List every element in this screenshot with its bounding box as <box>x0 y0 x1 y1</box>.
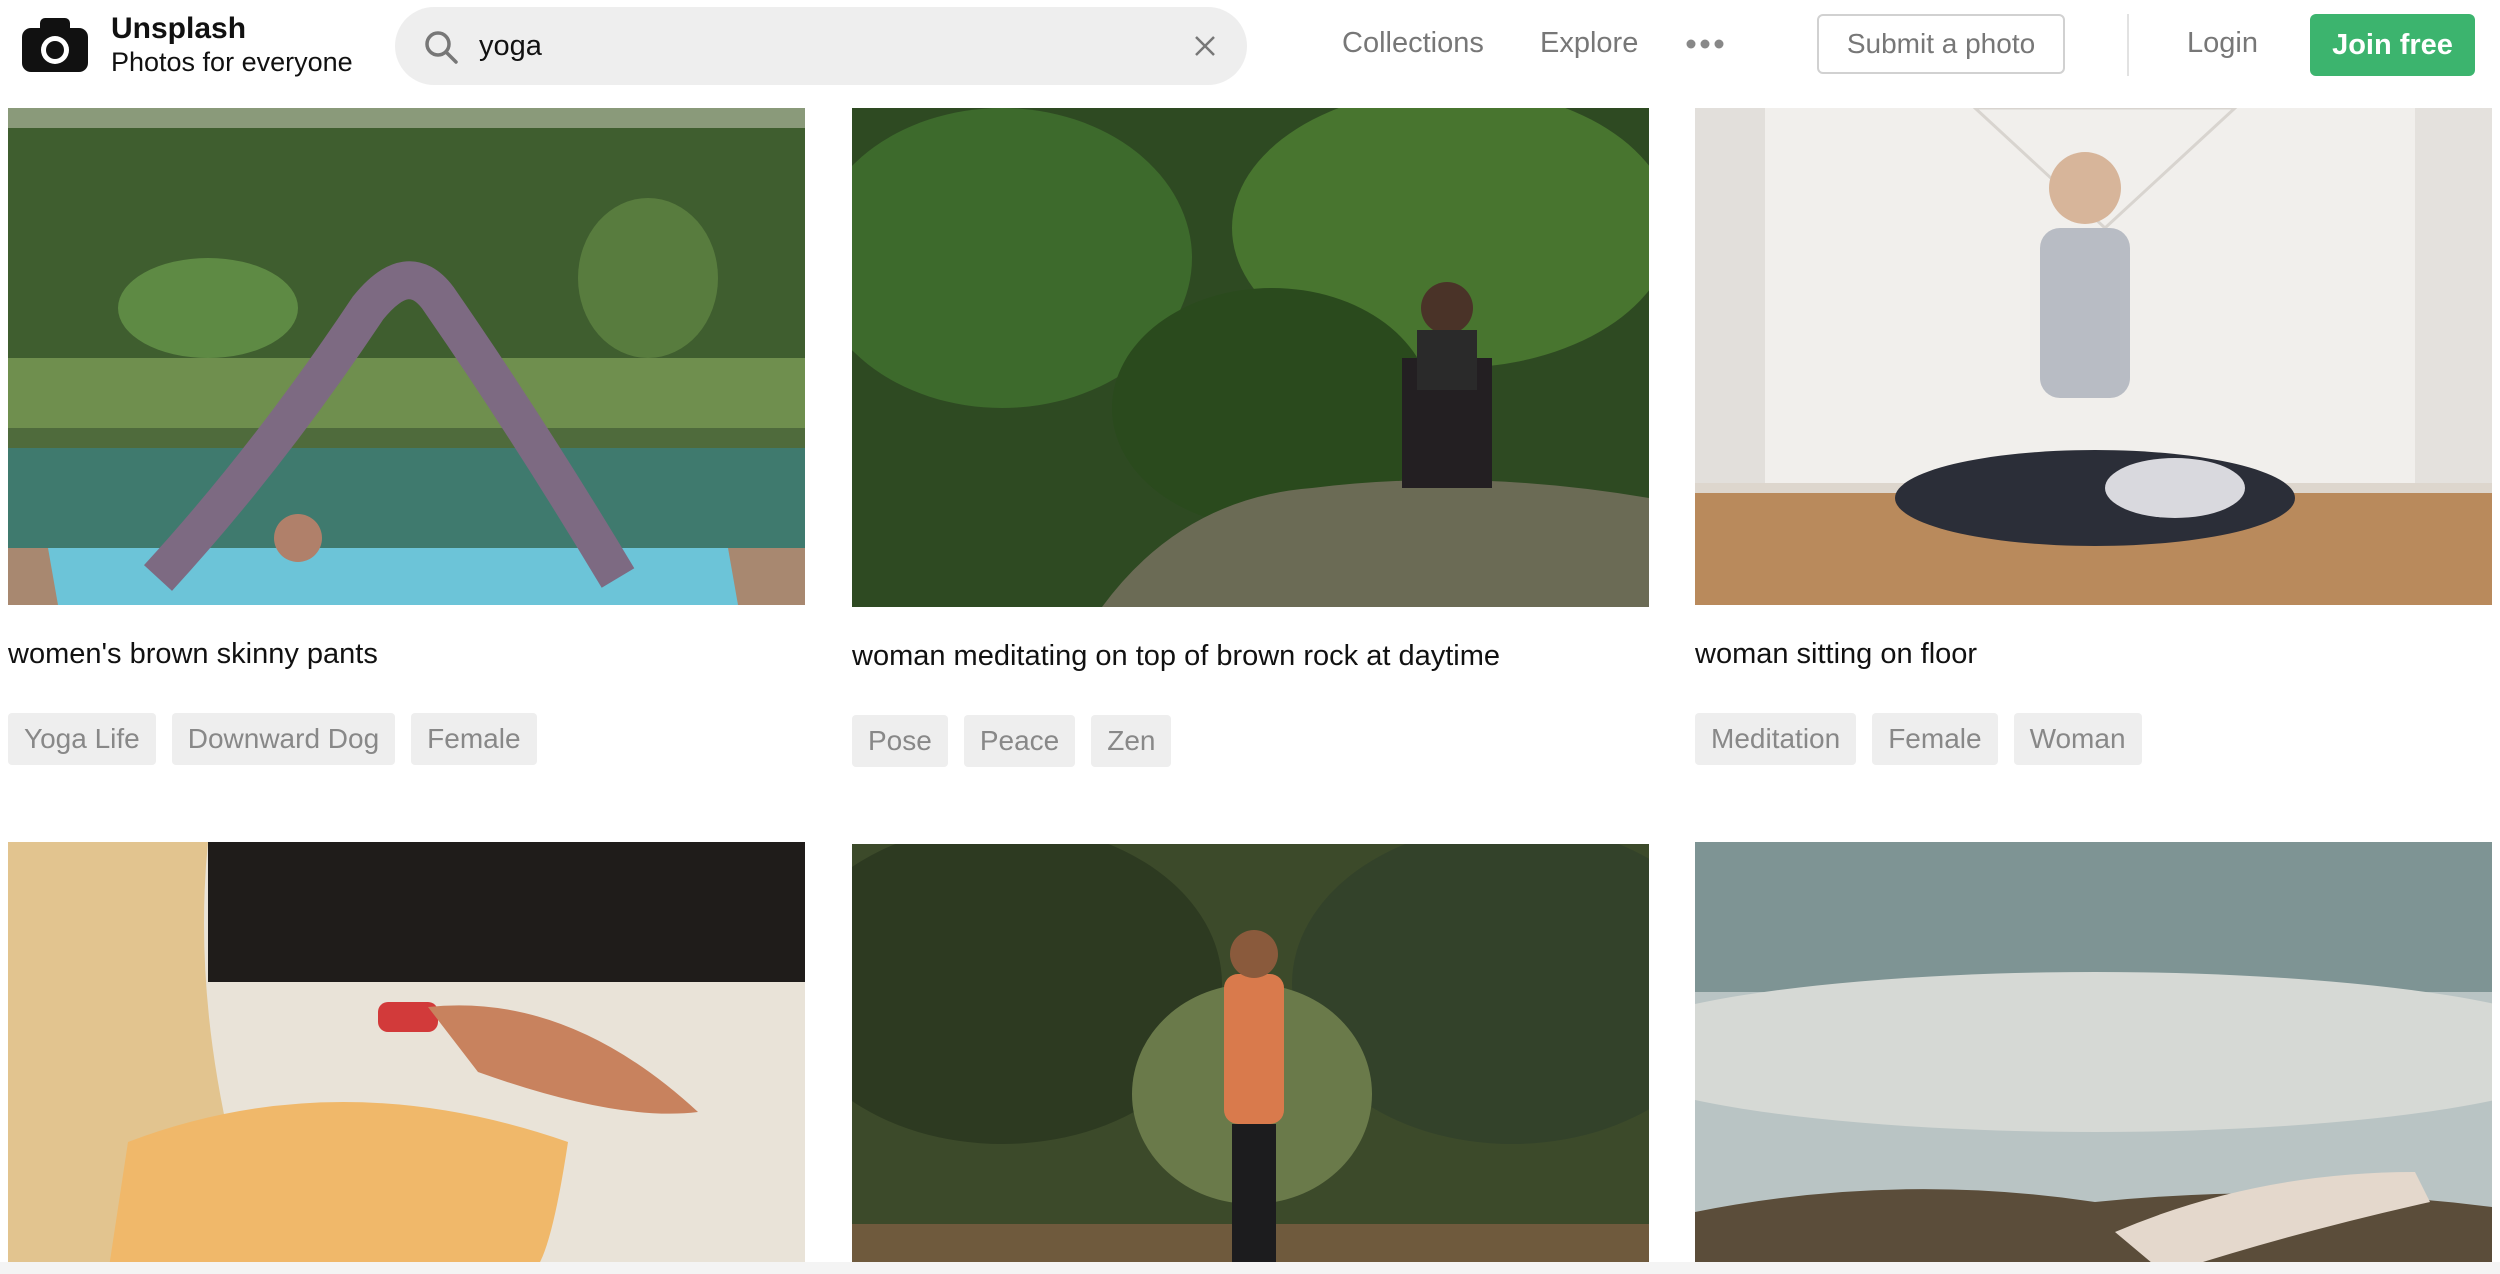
submit-photo-button[interactable]: Submit a photo <box>1817 14 2065 74</box>
tag[interactable]: Female <box>411 713 537 765</box>
search-icon <box>425 31 458 64</box>
tag[interactable]: Meditation <box>1695 713 1857 765</box>
tag[interactable]: Pose <box>852 715 948 767</box>
photo-caption: woman meditating on top of brown rock at… <box>852 640 1500 672</box>
search-input[interactable] <box>479 21 1079 71</box>
tag[interactable]: Peace <box>963 715 1076 767</box>
top-nav-bar: Unsplash Photos for everyone Collections… <box>0 0 2500 92</box>
tag[interactable]: Zen <box>1091 715 1172 767</box>
nav-divider <box>2127 14 2129 76</box>
close-icon[interactable] <box>1193 34 1217 58</box>
brand-subtitle: Photos for everyone <box>111 47 353 77</box>
tag[interactable]: Woman <box>2013 713 2142 765</box>
tag-list: Meditation Female Woman <box>1695 713 2142 765</box>
tag-list: Yoga Life Downward Dog Female <box>8 713 537 765</box>
nav-collections[interactable]: Collections <box>1342 27 1484 60</box>
nav-explore[interactable]: Explore <box>1540 27 1638 60</box>
camera-icon[interactable] <box>22 16 88 72</box>
photo-card[interactable]: woman sitting on floor Meditation Female… <box>1695 108 2492 768</box>
tag[interactable]: Yoga Life <box>8 713 156 765</box>
photo-card[interactable] <box>1695 842 2492 1274</box>
photo-image-rock-meditation[interactable] <box>852 108 1649 607</box>
photo-card[interactable] <box>8 842 805 1274</box>
brand-title[interactable]: Unsplash <box>111 12 246 46</box>
photo-caption: woman sitting on floor <box>1695 638 1978 670</box>
join-free-button[interactable]: Join free <box>2310 14 2475 76</box>
photo-card[interactable] <box>852 844 1649 1274</box>
tag[interactable]: Female <box>1872 713 1998 765</box>
photo-image-sky-stretch[interactable] <box>1695 842 2492 1274</box>
login-link[interactable]: Login <box>2187 27 2258 60</box>
photo-image-floor-sitting[interactable] <box>1695 108 2492 605</box>
bottom-edge <box>0 1262 2500 1274</box>
tag[interactable]: Downward Dog <box>171 713 396 765</box>
search-bar[interactable] <box>395 7 1247 85</box>
photo-image-mudra-hand[interactable] <box>8 842 805 1274</box>
more-dots-icon[interactable] <box>1685 38 1725 50</box>
photo-card[interactable]: women's brown skinny pants Yoga Life Dow… <box>8 108 805 768</box>
photo-image-tree-pose[interactable] <box>852 844 1649 1274</box>
photo-image-downward-dog[interactable] <box>8 108 805 605</box>
tag-list: Pose Peace Zen <box>852 715 1172 767</box>
photo-caption: women's brown skinny pants <box>8 638 378 670</box>
photo-card[interactable]: woman meditating on top of brown rock at… <box>852 108 1649 768</box>
